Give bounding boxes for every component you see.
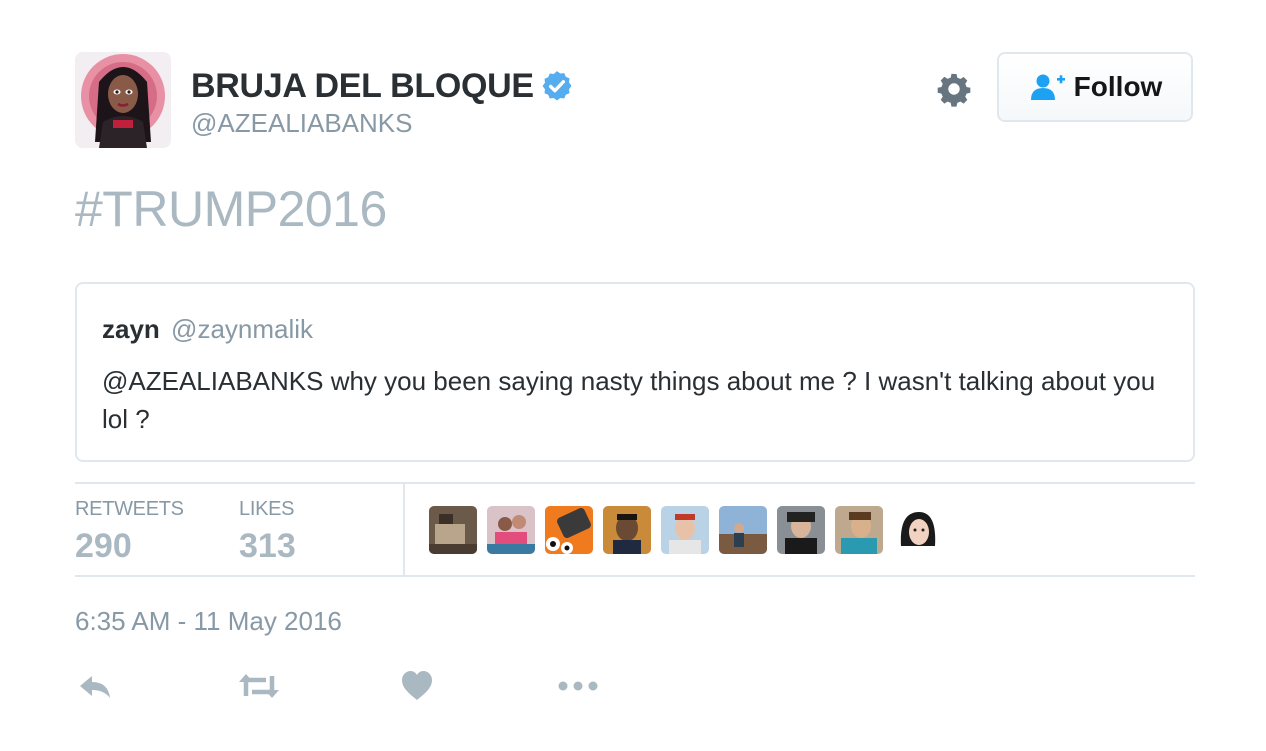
liker-avatar[interactable] — [719, 506, 767, 554]
likes-label: LIKES — [239, 498, 295, 520]
follow-button-label: Follow — [1073, 71, 1163, 102]
quoted-tweet-header: zayn @zaynmalik — [102, 314, 313, 345]
quoted-tweet-text: @AZEALIABANKS why you been saying nasty … — [102, 366, 1156, 434]
liker-avatar[interactable] — [661, 506, 709, 554]
quoted-tweet-handle: @zaynmalik — [171, 314, 314, 344]
reply-icon[interactable] — [78, 668, 112, 704]
liker-avatar[interactable] — [835, 506, 883, 554]
likers-avatars — [429, 506, 951, 554]
follow-button[interactable]: Follow — [997, 52, 1193, 122]
display-name[interactable]: BRUJA DEL BLOQUE — [191, 67, 534, 106]
tweet-text[interactable]: #TRUMP2016 — [75, 180, 387, 238]
user-name-row[interactable]: BRUJA DEL BLOQUE — [191, 66, 574, 106]
heart-icon[interactable] — [401, 668, 433, 704]
quoted-tweet[interactable]: zayn @zaynmalik @AZEALIABANKS why you be… — [75, 282, 1195, 462]
verified-badge-icon — [542, 71, 572, 101]
retweet-icon[interactable] — [238, 668, 280, 704]
user-handle[interactable]: @AZEALIABANKS — [191, 108, 412, 139]
likes-stat[interactable]: LIKES 313 — [239, 498, 296, 566]
tweet-page: BRUJA DEL BLOQUE @AZEALIABANKS Follow #T… — [0, 0, 1266, 751]
more-icon[interactable] — [558, 668, 598, 704]
stats-divider — [403, 484, 405, 575]
avatar-image — [75, 52, 171, 148]
gear-icon[interactable] — [935, 70, 973, 108]
add-user-icon — [1030, 74, 1065, 100]
liker-avatar[interactable] — [777, 506, 825, 554]
tweet-timestamp[interactable]: 6:35 AM - 11 May 2016 — [75, 606, 342, 637]
quoted-tweet-name: zayn — [102, 314, 160, 344]
liker-avatar[interactable] — [893, 506, 941, 554]
retweets-count: 290 — [75, 527, 132, 565]
likes-count: 313 — [239, 527, 296, 565]
retweets-label: RETWEETS — [75, 498, 184, 520]
tweet-stats: RETWEETS 290 LIKES 313 — [75, 482, 1195, 577]
avatar[interactable] — [75, 52, 171, 148]
liker-avatar[interactable] — [603, 506, 651, 554]
liker-avatar[interactable] — [487, 506, 535, 554]
liker-avatar[interactable] — [545, 506, 593, 554]
retweets-stat[interactable]: RETWEETS 290 — [75, 498, 184, 566]
liker-avatar[interactable] — [429, 506, 477, 554]
